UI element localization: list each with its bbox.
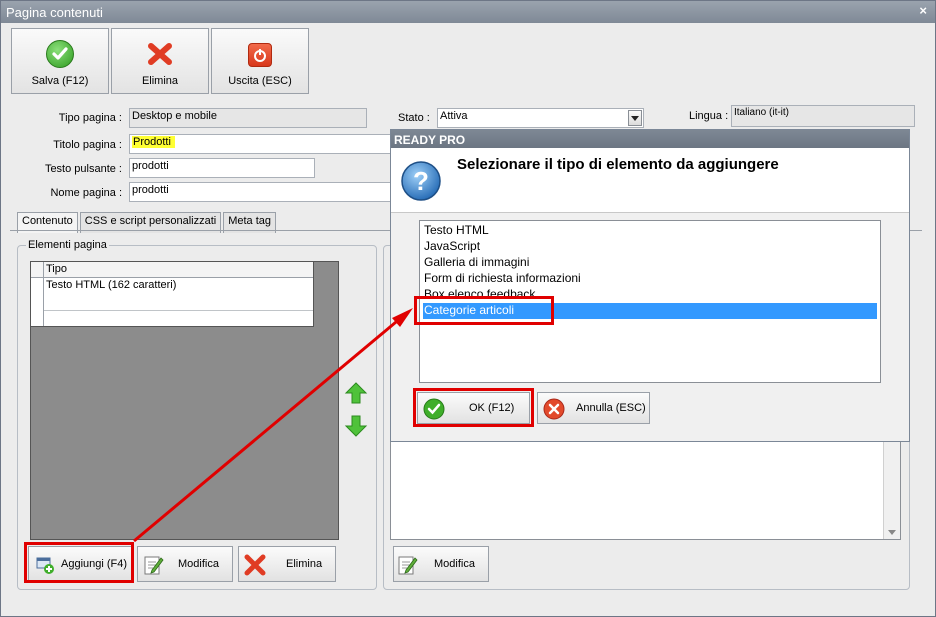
annotation-arrow: [133, 308, 413, 543]
